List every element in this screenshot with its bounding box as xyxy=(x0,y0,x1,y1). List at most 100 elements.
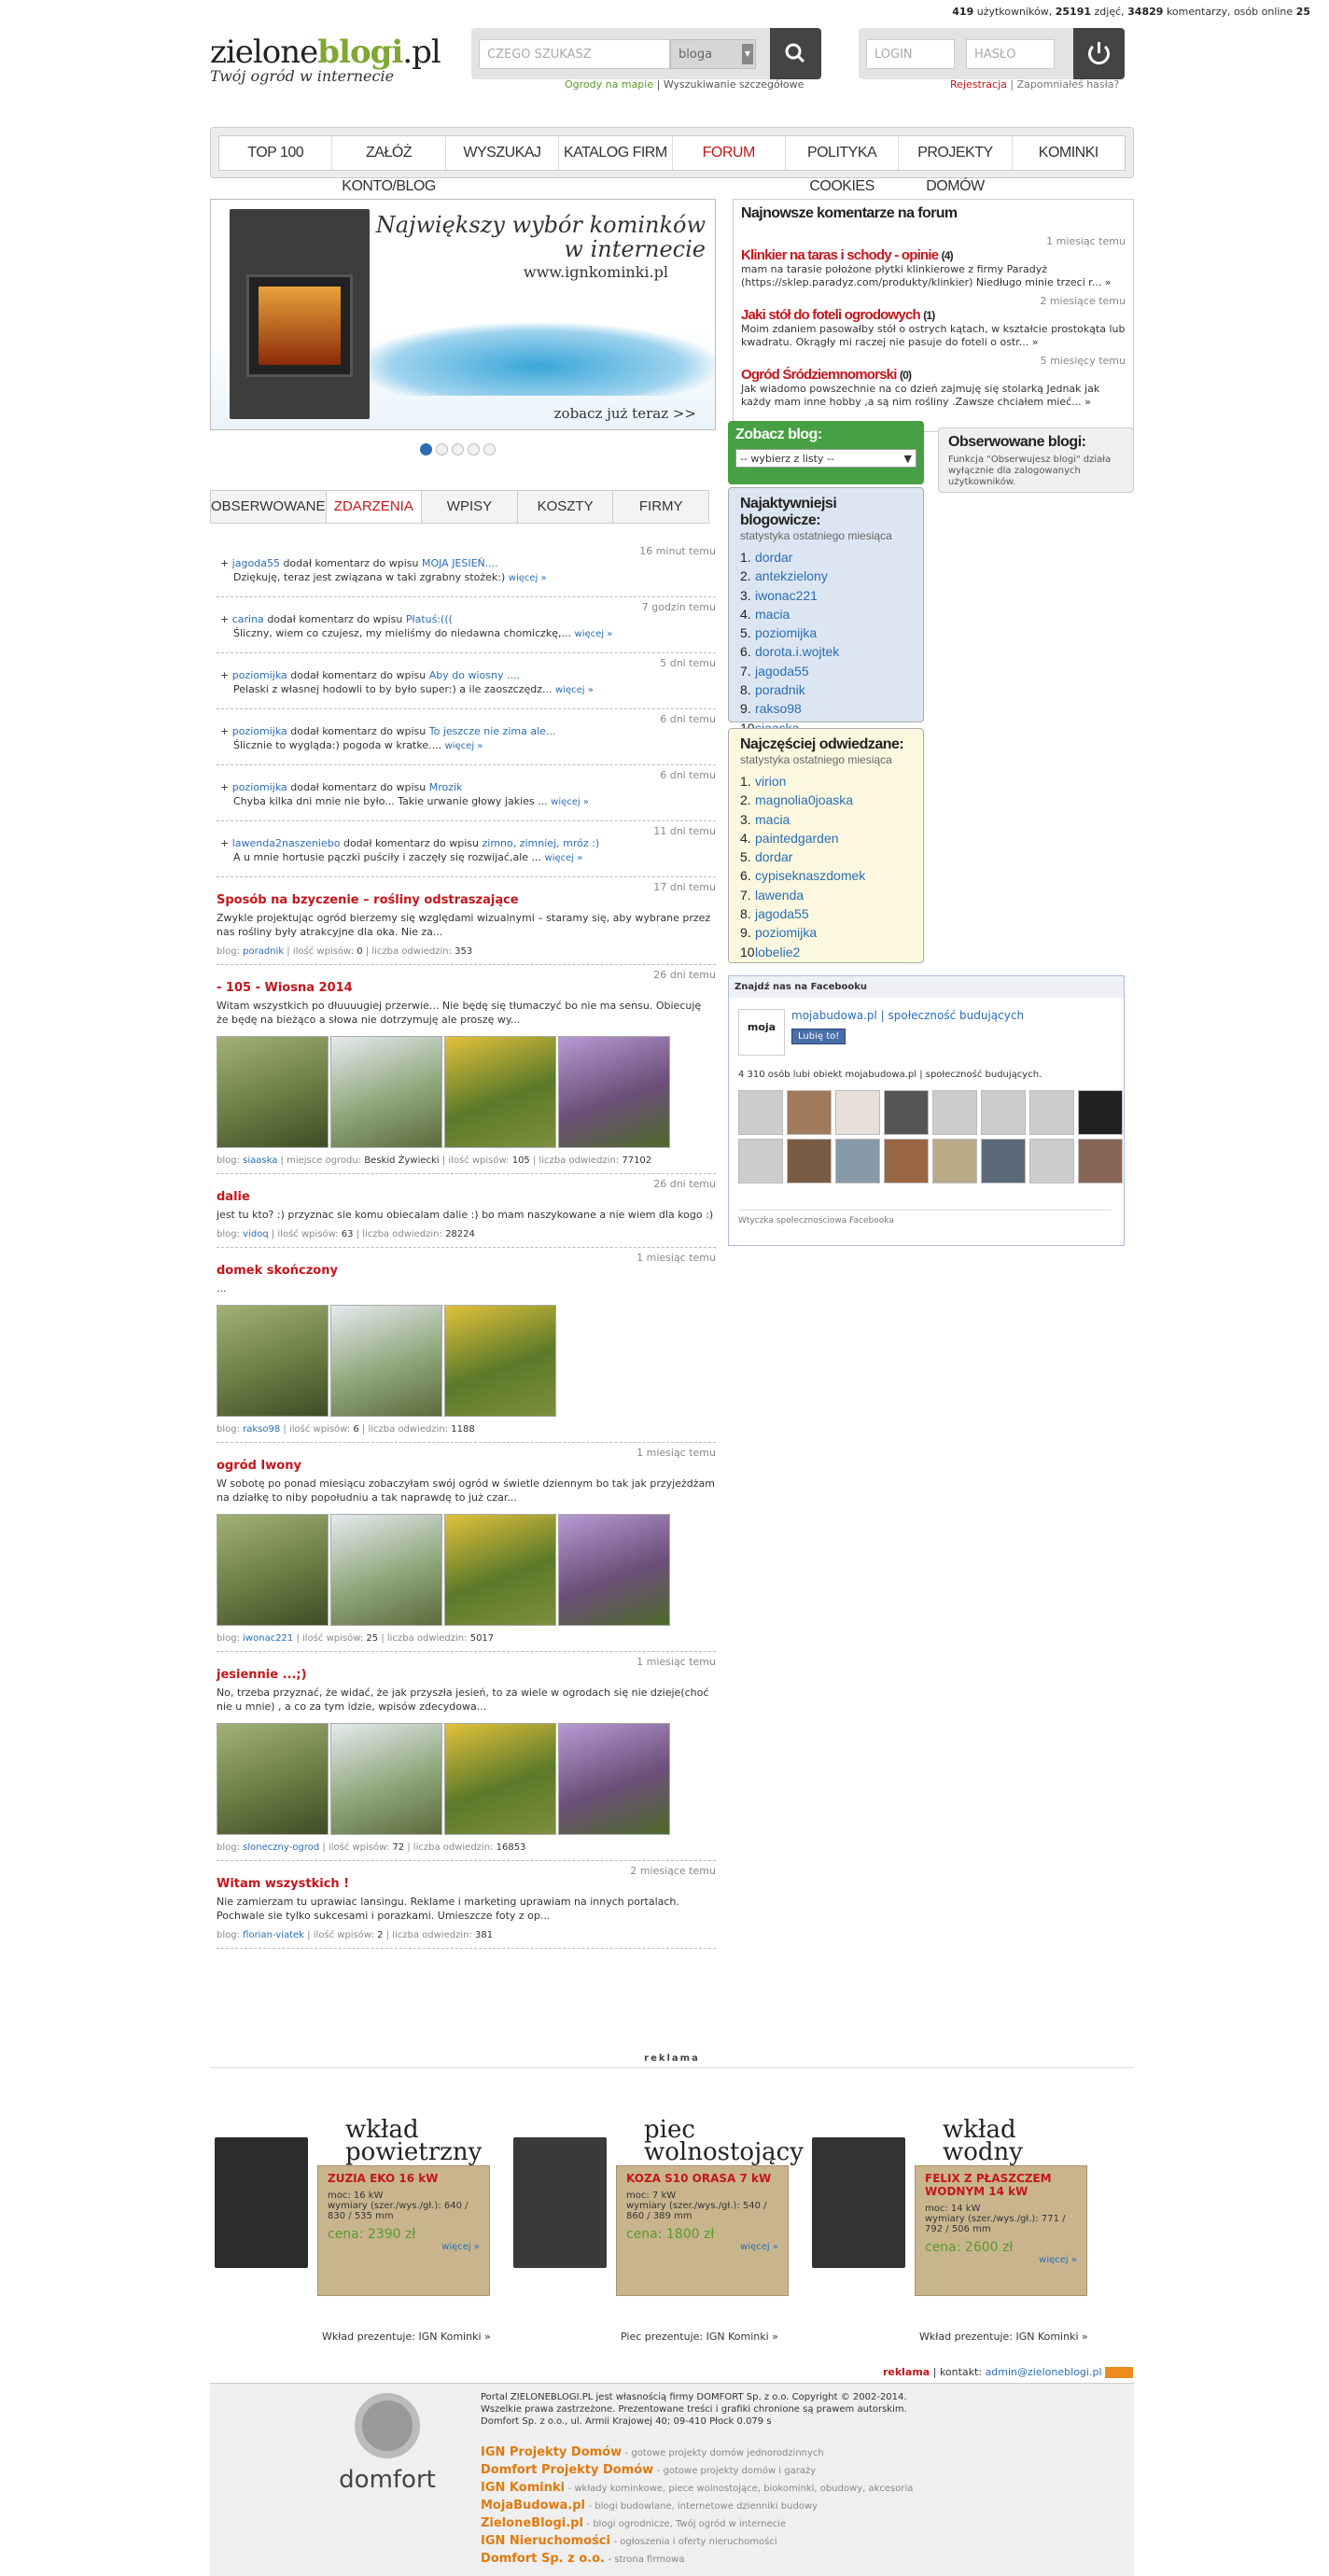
avatar[interactable] xyxy=(738,1090,783,1135)
fb-like-button[interactable]: Lubię to! xyxy=(791,1029,846,1044)
rss-icon[interactable] xyxy=(1105,2367,1133,2378)
search-input[interactable]: CZEGO SZUKASZ xyxy=(479,39,670,69)
post-blog-link[interactable]: rakso98 xyxy=(243,1424,280,1435)
avatar[interactable] xyxy=(981,1090,1026,1135)
partner-link[interactable]: Domfort Sp. z o.o. - strona firmowa xyxy=(481,2551,913,2569)
avatar[interactable] xyxy=(981,1139,1026,1183)
domfort-logo[interactable]: domfort xyxy=(327,2393,448,2505)
fireplace-ad[interactable]: wkład wodny FELIX Z PŁASZCZEM WODNYM 14 … xyxy=(812,2109,1092,2296)
rank-item[interactable]: 5. poziomijka xyxy=(740,625,912,644)
partner-link[interactable]: IGN Projekty Domów - gotowe projekty dom… xyxy=(481,2444,913,2462)
ad-presenter[interactable]: Wkład prezentuje: IGN Kominki » xyxy=(919,2331,1088,2343)
search-type-select[interactable]: bloga ▼ xyxy=(670,39,756,69)
banner-cta[interactable]: zobacz już teraz >> xyxy=(554,405,696,422)
post-photo[interactable] xyxy=(330,1514,442,1626)
post-blog-link[interactable]: florian-viatek xyxy=(243,1930,304,1940)
event-target[interactable]: MOJA JESIEŃ.... xyxy=(422,557,498,569)
pager-dot[interactable] xyxy=(436,443,448,455)
site-logo[interactable]: zieloneblogi.pl Twój ogród w internecie xyxy=(210,34,441,85)
post-photo[interactable] xyxy=(444,1036,556,1148)
nav-top100[interactable]: TOP 100 xyxy=(219,136,333,170)
rank-item[interactable]: 6. dorota.i.wojtek xyxy=(740,644,912,663)
post-photo[interactable] xyxy=(217,1036,329,1148)
more-link[interactable]: więcej » xyxy=(509,573,547,583)
nav-create-account[interactable]: ZAŁÓŻ KONTO/BLOG xyxy=(332,136,446,194)
rank-item[interactable]: 4. paintedgarden xyxy=(740,831,912,849)
tab-observed[interactable]: OBSERWOWANE xyxy=(211,491,327,523)
tab-events[interactable]: ZDARZENIA xyxy=(326,491,423,523)
post-photo[interactable] xyxy=(444,1514,556,1626)
rank-item[interactable]: 3. iwonac221 xyxy=(740,588,912,607)
login-button[interactable] xyxy=(1073,28,1125,79)
login-input[interactable]: LOGIN xyxy=(866,39,955,69)
rank-item[interactable]: 7. jagoda55 xyxy=(740,664,912,682)
partner-link[interactable]: IGN Kominki - wkłady kominkowe, piece wo… xyxy=(481,2480,913,2498)
event-target[interactable]: Płatuś:((( xyxy=(406,613,453,625)
post-photo[interactable] xyxy=(217,1723,329,1835)
rank-item[interactable]: 8. poradnik xyxy=(740,682,912,701)
event-target[interactable]: Aby do wiosny .... xyxy=(429,669,520,681)
avatar[interactable] xyxy=(932,1139,977,1183)
more-link[interactable]: więcej » xyxy=(545,853,583,863)
password-input[interactable]: HASŁO xyxy=(966,39,1055,69)
post-photo[interactable] xyxy=(558,1036,670,1148)
post-blog-link[interactable]: siaaska xyxy=(243,1155,277,1166)
post-title[interactable]: jesiennie ...;) xyxy=(217,1668,716,1682)
post-title[interactable]: domek skończony xyxy=(217,1264,716,1278)
partner-link[interactable]: MojaBudowa.pl - blogi budowlane, interne… xyxy=(481,2498,913,2515)
post-photo[interactable] xyxy=(217,1514,329,1626)
nav-search[interactable]: WYSZUKAJ xyxy=(446,136,560,170)
ad-more-link[interactable]: więcej » xyxy=(925,2255,1077,2265)
nav-forum[interactable]: FORUM xyxy=(673,136,786,170)
ad-more-link[interactable]: więcej » xyxy=(626,2242,778,2252)
ad-presenter[interactable]: Piec prezentuje: IGN Kominki » xyxy=(621,2331,778,2343)
rank-item[interactable]: 2. magnolia0joaska xyxy=(740,792,912,811)
avatar[interactable] xyxy=(787,1139,832,1183)
post-photo[interactable] xyxy=(330,1036,442,1148)
advanced-search-link[interactable]: Wyszukiwanie szczegółowe xyxy=(664,78,804,91)
pager-dot[interactable] xyxy=(452,443,464,455)
nav-fireplaces[interactable]: KOMINKI xyxy=(1013,136,1125,170)
avatar[interactable] xyxy=(1029,1090,1074,1135)
tab-companies[interactable]: FIRMY xyxy=(613,491,708,523)
post-title[interactable]: Sposób na bzyczenie – rośliny odstraszaj… xyxy=(217,893,716,907)
partner-link[interactable]: IGN Nieruchomości - ogłoszenia i oferty … xyxy=(481,2533,913,2551)
post-photo[interactable] xyxy=(330,1305,442,1417)
avatar[interactable] xyxy=(1078,1090,1123,1135)
post-photo[interactable] xyxy=(558,1723,670,1835)
avatar[interactable] xyxy=(835,1090,880,1135)
post-photo[interactable] xyxy=(330,1723,442,1835)
post-title[interactable]: - 105 - Wiosna 2014 xyxy=(217,981,716,995)
avatar[interactable] xyxy=(884,1139,929,1183)
post-blog-link[interactable]: sloneczny-ogrod xyxy=(243,1842,319,1853)
rank-item[interactable]: 2. antekzielony xyxy=(740,568,912,587)
map-link[interactable]: Ogrody na mapie xyxy=(565,78,653,91)
avatar[interactable] xyxy=(1029,1139,1074,1183)
event-user[interactable]: carina xyxy=(232,613,264,625)
rank-item[interactable]: 10.lobelie2 xyxy=(740,945,912,963)
post-blog-link[interactable]: iwonac221 xyxy=(243,1633,293,1644)
rank-item[interactable]: 7. lawenda xyxy=(740,888,912,906)
tab-costs[interactable]: KOSZTY xyxy=(518,491,614,523)
pager-dot[interactable] xyxy=(420,443,432,455)
avatar[interactable] xyxy=(1078,1139,1123,1183)
ad-link[interactable]: reklama xyxy=(883,2366,930,2378)
event-target[interactable]: Mrozik xyxy=(429,781,463,793)
event-user[interactable]: poziomijka xyxy=(232,781,287,793)
rank-item[interactable]: 5. dordar xyxy=(740,849,912,868)
forum-topic[interactable]: Jaki stół do foteli ogrodowych (1) xyxy=(741,307,1126,323)
post-photo[interactable] xyxy=(444,1305,556,1417)
pager-dot[interactable] xyxy=(468,443,480,455)
nav-cookies[interactable]: POLITYKA COOKIES xyxy=(786,136,900,194)
avatar[interactable] xyxy=(835,1139,880,1183)
ad-more-link[interactable]: więcej » xyxy=(328,2242,480,2252)
more-link[interactable]: więcej » xyxy=(575,629,613,639)
tab-entries[interactable]: WPISY xyxy=(422,491,518,523)
avatar[interactable] xyxy=(787,1090,832,1135)
more-link[interactable]: więcej » xyxy=(555,685,594,695)
post-blog-link[interactable]: poradnik xyxy=(243,946,284,957)
partner-link[interactable]: Domfort Projekty Domów - gotowe projekty… xyxy=(481,2462,913,2480)
event-target[interactable]: To jeszcze nie zima ale... xyxy=(429,725,556,737)
ad-presenter[interactable]: Wkład prezentuje: IGN Kominki » xyxy=(322,2331,491,2343)
forum-topic[interactable]: Ogród Śródziemnomorski (0) xyxy=(741,367,1126,383)
